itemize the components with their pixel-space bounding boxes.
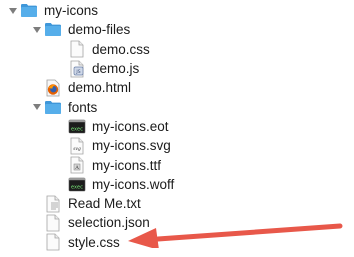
tree-row-label: Read Me.txt (68, 196, 141, 212)
tree-row-label: fonts (68, 99, 98, 115)
blank-document-icon (68, 40, 86, 58)
blank-document-icon (44, 233, 62, 251)
tree-row-demo-css[interactable]: demo.css (0, 40, 354, 59)
tree-row-label: demo-files (68, 22, 131, 38)
blank-document-icon (44, 214, 62, 232)
text-document-icon (44, 195, 62, 213)
exec-document-icon: exec (68, 175, 86, 193)
folder-icon (44, 21, 62, 39)
svg-text:exec: exec (71, 126, 83, 132)
disclosure-triangle-down-icon[interactable] (30, 20, 44, 39)
tree-row-demo-html[interactable]: demo.html (0, 78, 354, 97)
tree-row-selection-json[interactable]: selection.json (0, 213, 354, 232)
svg-text:A: A (74, 165, 79, 171)
firefox-document-icon (44, 79, 62, 97)
tree-row-my-icons-svg[interactable]: svg my-icons.svg (0, 136, 354, 155)
tree-row-label: style.css (68, 234, 120, 250)
tree-row-label: demo.html (68, 80, 132, 96)
tree-row-demo-js[interactable]: JS demo.js (0, 59, 354, 78)
tree-row-my-icons-woff[interactable]: exec my-icons.woff (0, 175, 354, 194)
script-document-icon: JS (68, 60, 86, 78)
tree-row-label: demo.js (92, 61, 140, 77)
tree-row-label: my-icons.woff (92, 176, 175, 192)
svg-text:JS: JS (75, 69, 80, 75)
tree-row-label: demo.css (92, 41, 150, 57)
tree-row-demo-files[interactable]: demo-files (0, 20, 354, 39)
svg-text:exec: exec (71, 184, 83, 190)
tree-row-fonts[interactable]: fonts (0, 97, 354, 116)
tree-row-my-icons-ttf[interactable]: Amy-icons.ttf (0, 155, 354, 174)
font-document-icon: A (68, 156, 86, 174)
exec-document-icon: exec (68, 117, 86, 135)
disclosure-triangle-down-icon[interactable] (6, 1, 20, 20)
tree-row-label: my-icons.eot (92, 118, 169, 134)
tree-row-label: selection.json (68, 215, 150, 231)
tree-row-style-css[interactable]: style.css (0, 233, 354, 252)
svg-text:svg: svg (73, 147, 81, 152)
tree-row-my-icons-eot[interactable]: exec my-icons.eot (0, 117, 354, 136)
tree-row-label: my-icons (44, 3, 99, 19)
file-tree: my-icons demo-files demo.css JS demo.js demo.… (0, 0, 354, 257)
tree-row-read-me-txt[interactable]: Read Me.txt (0, 194, 354, 213)
svg-document-icon: svg (68, 137, 86, 155)
tree-row-label: my-icons.ttf (92, 157, 162, 173)
disclosure-triangle-down-icon[interactable] (30, 98, 44, 117)
folder-icon (44, 98, 62, 116)
folder-icon (20, 2, 38, 20)
tree-row-label: my-icons.svg (92, 138, 171, 154)
tree-row-my-icons[interactable]: my-icons (0, 1, 354, 20)
